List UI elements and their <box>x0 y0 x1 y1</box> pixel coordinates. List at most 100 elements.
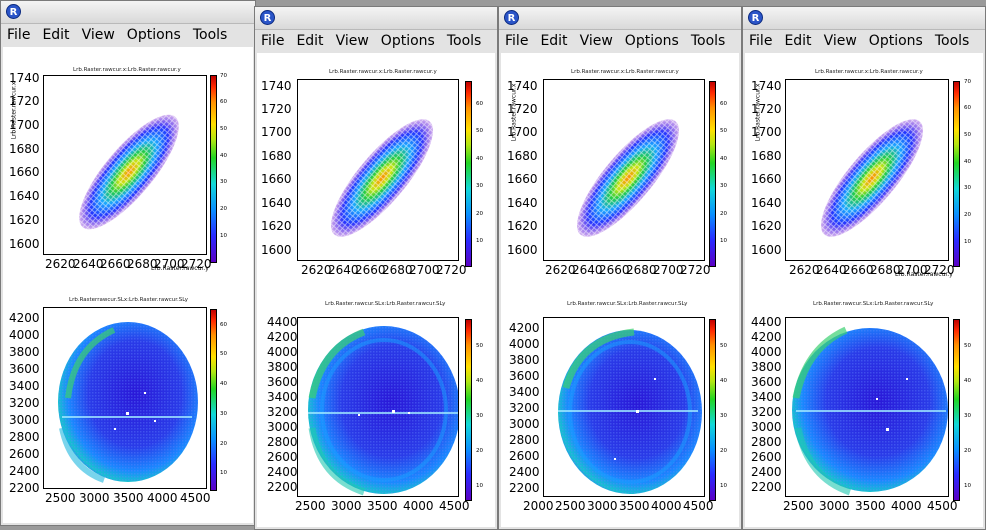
y-tick: 1660 <box>261 172 292 186</box>
x-tick: 2640 <box>73 257 104 271</box>
scatter-plot-top[interactable] <box>785 79 949 261</box>
menu-tools[interactable]: Tools <box>929 33 976 49</box>
y-tick: 1640 <box>751 196 782 210</box>
menu-edit[interactable]: Edit <box>290 33 329 49</box>
title-bar[interactable]: R <box>255 7 497 30</box>
scatter-plot-top[interactable] <box>297 79 459 261</box>
x-tick: 4500 <box>683 499 714 513</box>
menu-edit[interactable]: Edit <box>534 33 573 49</box>
root-app-icon: R <box>260 10 275 25</box>
x-tick: 2500 <box>295 499 326 513</box>
y-tick: 3800 <box>751 360 782 374</box>
root-canvas-window-4[interactable]: R File Edit View Options Tools Lrb.Raste… <box>742 6 986 530</box>
scale-label: 30 <box>220 179 227 185</box>
scale-label: 40 <box>964 378 971 384</box>
scale-label: 40 <box>476 156 483 162</box>
x-tick: 2500 <box>555 499 586 513</box>
histogram-title: Lrb.Raster.rawcur.x:Lrb.Raster.rawcur.y <box>73 67 181 73</box>
y-tick: 1600 <box>751 243 782 257</box>
menu-view[interactable]: View <box>818 33 863 49</box>
raster-plot-bottom[interactable] <box>43 307 207 489</box>
raster-plot-bottom[interactable] <box>543 317 705 497</box>
color-scale-top <box>953 81 960 267</box>
scatter-distribution <box>79 114 179 230</box>
menu-options[interactable]: Options <box>863 33 929 49</box>
raster-plot-bottom[interactable] <box>785 317 949 497</box>
menu-file[interactable]: File <box>743 33 778 49</box>
color-scale-top <box>709 81 716 267</box>
x-axis-label: Lrb.Raster.rawcur.y <box>895 271 953 278</box>
menu-file[interactable]: File <box>1 27 36 43</box>
canvas-area[interactable]: Lrb.Raster.rawcur.x:Lrb.Raster.rawcur.y … <box>257 53 495 527</box>
menu-tools[interactable]: Tools <box>187 27 234 43</box>
x-tick: 4000 <box>891 499 922 513</box>
x-tick: 4500 <box>927 499 958 513</box>
x-tick: 4500 <box>180 491 211 505</box>
menu-view[interactable]: View <box>330 33 375 49</box>
menu-view[interactable]: View <box>574 33 619 49</box>
scale-label: 10 <box>964 483 971 489</box>
scale-label: 70 <box>964 79 971 85</box>
scatter-plot-top[interactable] <box>43 75 207 255</box>
raster-distribution <box>58 322 198 483</box>
root-canvas-window-2[interactable]: R File Edit View Options Tools Lrb.Raste… <box>254 6 498 530</box>
y-tick: 1600 <box>261 243 292 257</box>
menu-file[interactable]: File <box>499 33 534 49</box>
y-tick: 1620 <box>507 219 538 233</box>
root-canvas-window-3[interactable]: R File Edit View Options Tools Lrb.Raste… <box>498 6 742 530</box>
root-canvas-window-1[interactable]: R File Edit View Options Tools Lrb.Raste… <box>0 0 256 526</box>
y-tick: 4000 <box>751 345 782 359</box>
scale-label: 10 <box>476 483 483 489</box>
canvas-area[interactable]: Lrb.Raster.rawcur.x:Lrb.Raster.rawcur.y … <box>501 53 739 527</box>
raster-plot-bottom[interactable] <box>297 317 459 497</box>
histogram-title: Lrb.Raster.rawcur.SLx:Lrb.Raster.rawcur.… <box>567 301 688 307</box>
title-bar[interactable]: R <box>499 7 741 30</box>
menu-view[interactable]: View <box>76 27 121 43</box>
x-tick: 2640 <box>572 263 603 277</box>
x-tick: 2660 <box>355 263 386 277</box>
scale-label: 10 <box>220 470 227 476</box>
title-bar[interactable]: R <box>743 7 985 30</box>
y-tick: 3000 <box>267 420 298 434</box>
menu-options[interactable]: Options <box>619 33 685 49</box>
y-tick: 1640 <box>9 189 40 203</box>
scale-label: 60 <box>220 322 227 328</box>
color-scale-top <box>465 81 472 267</box>
title-bar[interactable]: R <box>1 1 255 24</box>
y-axis-label: Lrb.Raster.rawcur.x <box>510 83 518 142</box>
menu-edit[interactable]: Edit <box>778 33 817 49</box>
color-scale-bottom <box>465 319 472 501</box>
y-tick: 3000 <box>509 417 540 431</box>
scale-label: 30 <box>720 183 727 189</box>
scale-label: 10 <box>476 238 483 244</box>
y-tick: 2600 <box>9 447 40 461</box>
scale-label: 10 <box>220 233 227 239</box>
menu-options[interactable]: Options <box>121 27 187 43</box>
menu-file[interactable]: File <box>255 33 290 49</box>
scale-label: 20 <box>964 448 971 454</box>
y-tick: 3200 <box>9 396 40 410</box>
y-tick: 2400 <box>9 464 40 478</box>
scale-label: 20 <box>476 211 483 217</box>
root-app-icon: R <box>504 10 519 25</box>
y-tick: 1620 <box>751 219 782 233</box>
menu-edit[interactable]: Edit <box>36 27 75 43</box>
scale-label: 30 <box>220 411 227 417</box>
y-tick: 1720 <box>261 102 292 116</box>
y-tick: 3200 <box>267 405 298 419</box>
x-tick: 2620 <box>545 263 576 277</box>
menu-tools[interactable]: Tools <box>685 33 732 49</box>
y-tick: 2600 <box>751 450 782 464</box>
y-tick: 4000 <box>267 345 298 359</box>
scatter-plot-top[interactable] <box>543 79 705 261</box>
scale-label: 20 <box>720 211 727 217</box>
scatter-distribution <box>577 119 679 237</box>
menu-options[interactable]: Options <box>375 33 441 49</box>
scale-label: 60 <box>476 101 483 107</box>
canvas-area[interactable]: Lrb.Raster.rawcur.x:Lrb.Raster.rawcur.y … <box>3 47 253 523</box>
scale-label: 30 <box>476 183 483 189</box>
menu-tools[interactable]: Tools <box>441 33 488 49</box>
y-tick: 4000 <box>9 328 40 342</box>
canvas-area[interactable]: Lrb.Raster.rawcur.x:Lrb.Raster.rawcur.y … <box>745 53 983 527</box>
y-tick: 3400 <box>267 390 298 404</box>
